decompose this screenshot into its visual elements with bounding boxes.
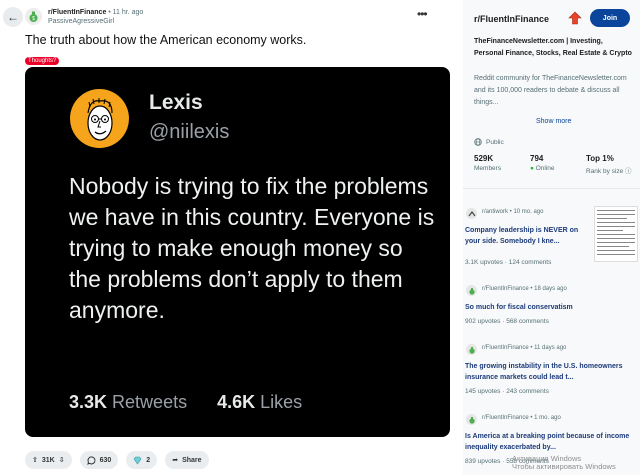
post-meta: r/FluentInFinance • 11 hr. ago — [48, 9, 143, 16]
related-stats: 3.1K upvotes · 124 comments — [465, 259, 552, 266]
sidebar: r/FluentInFinance Join TheFinanceNewslet… — [463, 0, 640, 475]
post-author[interactable]: PassiveAgressiveGirl — [48, 18, 114, 25]
community-up-arrow-icon — [568, 11, 582, 30]
globe-icon — [474, 138, 482, 146]
comments-button[interactable]: 630 — [79, 451, 119, 469]
money-bag-icon — [466, 344, 477, 355]
comment-count: 630 — [99, 456, 112, 464]
related-title: Company leadership is NEVER on your side… — [465, 227, 579, 245]
money-bag-icon: $ — [29, 11, 38, 22]
vote-control: ⇧ 31K ⇩ — [25, 451, 72, 469]
downvote-icon[interactable]: ⇩ — [59, 456, 65, 464]
related-thumbnail — [594, 206, 638, 262]
rank-label: Rank by size ⓘ — [586, 165, 632, 175]
related-upvotes: 145 upvotes — [465, 388, 501, 395]
award-icon — [133, 456, 142, 465]
online-label: ● Online — [530, 165, 555, 172]
ellipsis-icon[interactable]: ••• — [417, 8, 428, 20]
tweet-image[interactable]: Lexis @niilexis Nobody is trying to fix … — [25, 67, 450, 437]
community-name[interactable]: r/FluentInFinance — [474, 14, 549, 24]
members-count: 529K — [474, 154, 494, 163]
tweet-text: Nobody is trying to fix the problems we … — [69, 173, 435, 323]
related-upvotes: 3.1K upvotes — [465, 259, 503, 266]
award-count: 2 — [146, 456, 151, 464]
visibility-label: Public — [486, 138, 504, 146]
online-label-text: Online — [535, 165, 555, 172]
share-icon: ➦ — [172, 457, 179, 464]
related-comments: 124 comments — [508, 259, 552, 266]
tweet-stats: 3.3K Retweets 4.6K Likes — [69, 392, 302, 413]
related-source: r/antiwork • 10 mo. ago — [482, 209, 544, 215]
community-headline: TheFinanceNewsletter.com | Investing, Pe… — [474, 38, 632, 57]
related-stats: 902 upvotes · 568 comments — [465, 318, 549, 325]
award-button[interactable]: 2 — [126, 451, 158, 469]
related-comments: 568 comments — [506, 318, 549, 325]
share-label: Share — [182, 456, 202, 464]
share-button[interactable]: ➦ Share — [165, 451, 209, 469]
join-button[interactable]: Join — [590, 9, 630, 27]
windows-activation-watermark: Активация Windows Чтобы активировать Win… — [512, 455, 616, 471]
reddit-post-page: ← $ r/FluentInFinance • 11 hr. ago Passi… — [0, 0, 640, 475]
post-flair[interactable]: Thoughts? — [25, 57, 60, 65]
tweet-avatar — [70, 89, 129, 148]
comment-bubble-icon — [86, 455, 96, 465]
community-info: r/FluentInFinance Join TheFinanceNewslet… — [463, 0, 640, 185]
back-button[interactable]: ← — [3, 7, 23, 27]
tweet-handle: @niilexis — [149, 121, 230, 143]
related-source: r/FluentInFinance • 18 days ago — [482, 286, 567, 292]
svg-text:$: $ — [32, 16, 35, 22]
likes-label: Likes — [260, 392, 303, 412]
related-source: r/FluentInFinance • 11 days ago — [482, 345, 567, 351]
rank-value: Top 1% — [586, 154, 614, 163]
members-label: Members — [474, 165, 502, 172]
watermark-line-2: Чтобы активировать Windows — [512, 462, 616, 471]
upvote-icon[interactable]: ⇧ — [32, 456, 38, 464]
cartoon-face-icon — [87, 98, 113, 141]
visibility: Public — [474, 138, 504, 146]
info-icon[interactable]: ⓘ — [625, 168, 632, 175]
subreddit-avatar[interactable]: $ — [25, 8, 42, 25]
related-upvotes: 902 upvotes — [465, 318, 501, 325]
online-dot-icon: ● — [530, 165, 534, 172]
related-source: r/FluentInFinance • 1 mo. ago — [482, 415, 561, 421]
likes-count: 4.6K — [217, 392, 256, 412]
retweets-label: Retweets — [112, 392, 188, 412]
antiwork-icon — [466, 208, 477, 219]
online-count: 794 — [530, 154, 544, 163]
money-bag-icon — [466, 285, 477, 296]
post-title: The truth about how the American economy… — [25, 33, 307, 47]
related-stats: 145 upvotes · 243 comments — [465, 388, 549, 395]
tweet-author-name: Lexis — [149, 91, 203, 114]
rank-label-text: Rank by size — [586, 168, 624, 175]
community-description: Reddit community for TheFinanceNewslette… — [474, 75, 627, 106]
post-time: • 11 hr. ago — [106, 9, 144, 16]
sidebar-divider — [463, 188, 640, 189]
related-title: Is America at a breaking point because o… — [465, 433, 630, 451]
show-more-link[interactable]: Show more — [536, 118, 571, 125]
vote-count: 31K — [41, 456, 55, 464]
retweets-count: 3.3K — [69, 392, 108, 412]
post-actions: ⇧ 31K ⇩ 630 2 ➦ Share — [25, 451, 209, 469]
subreddit-link[interactable]: r/FluentInFinance — [48, 9, 106, 16]
money-bag-icon — [466, 414, 477, 425]
related-title: The growing instability in the U.S. home… — [465, 363, 623, 381]
arrow-left-icon: ← — [7, 10, 19, 24]
related-comments: 243 comments — [506, 388, 549, 395]
related-upvotes: 839 upvotes — [465, 458, 501, 465]
related-title: So much for fiscal conservatism — [465, 304, 573, 311]
